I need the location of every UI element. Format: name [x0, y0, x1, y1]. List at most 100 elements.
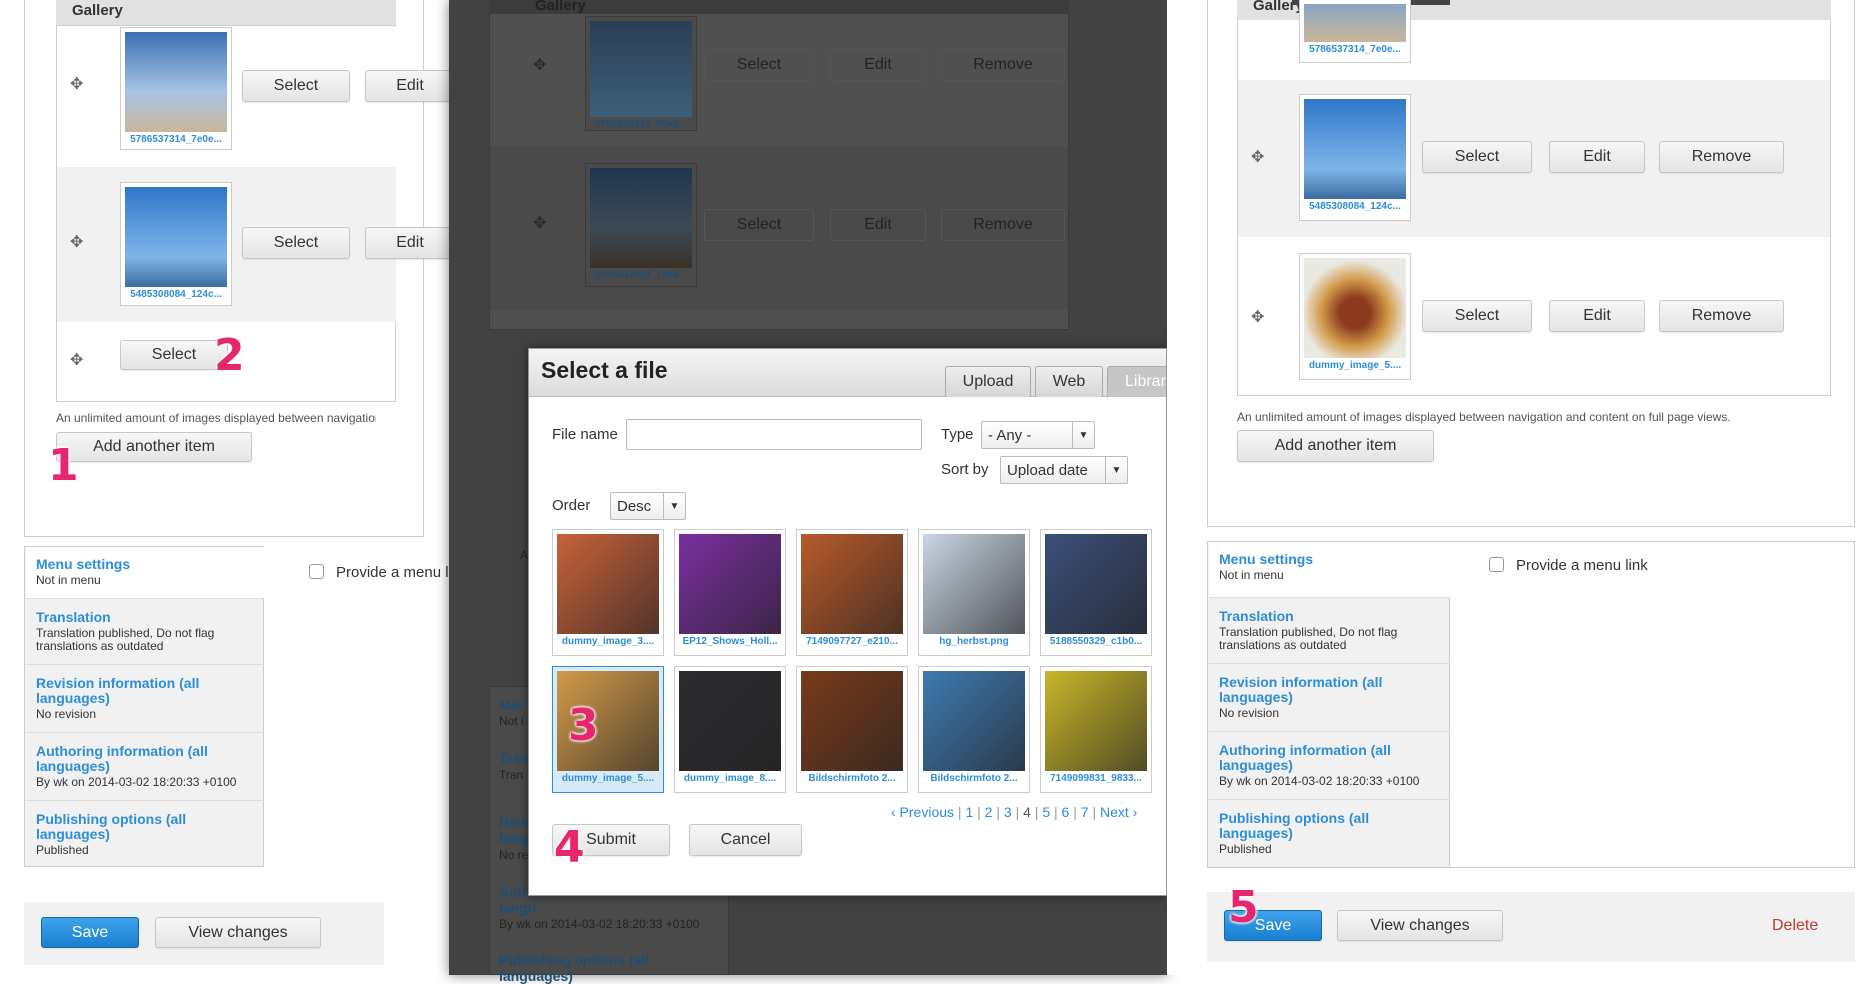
drag-handle-icon[interactable]: ✥	[70, 350, 83, 370]
drag-handle-icon[interactable]: ✥	[1251, 147, 1264, 167]
order-select-value: Desc	[617, 497, 652, 515]
step-number-2: 2	[214, 330, 245, 381]
bg-remove-button: Remove	[941, 209, 1065, 241]
vertical-tab-publishing[interactable]: Publishing options (all languages) Publi…	[26, 802, 264, 867]
menu-checkbox[interactable]	[1489, 557, 1504, 572]
menu-checkbox-label[interactable]: Provide a menu link	[1516, 557, 1648, 574]
vertical-tab-title: Menu settings	[36, 556, 131, 572]
tab-library[interactable]: Library	[1107, 366, 1166, 397]
order-label: Order	[552, 497, 591, 514]
file-name-input[interactable]	[626, 419, 922, 450]
vertical-tab-menu-settings[interactable]: Menu settings Not in menu	[1209, 542, 1450, 598]
sort-select[interactable]: Upload date ▼	[1000, 456, 1128, 484]
tab-upload[interactable]: Upload	[945, 366, 1031, 397]
delete-link[interactable]: Delete	[1772, 917, 1818, 935]
file-tile[interactable]: dummy_image_8....	[674, 666, 786, 793]
file-thumbnail	[679, 534, 781, 634]
pager-page[interactable]: 1	[965, 804, 973, 820]
bg-edit-button: Edit	[830, 49, 926, 81]
vertical-tab-summary: No revision	[1219, 706, 1280, 720]
bg-tab-title: Revi	[499, 814, 529, 830]
file-caption[interactable]: 5485308084_124c...	[125, 289, 227, 300]
file-caption: 7149097727_e210...	[806, 636, 898, 647]
bg-gallery-title: Gallery	[535, 0, 586, 14]
file-caption: Bildschirmfoto 2...	[930, 773, 1018, 784]
drag-handle-icon[interactable]: ✥	[70, 74, 83, 94]
file-caption: 7149099831_9833...	[1050, 773, 1142, 784]
file-caption[interactable]: 5786537314_7e0e...	[125, 134, 227, 145]
file-caption[interactable]: 5786537314_7e0e...	[1304, 44, 1406, 55]
vertical-tab-revision[interactable]: Revision information (all languages) No …	[1209, 665, 1450, 732]
vertical-tab-authoring[interactable]: Authoring information (all languages) By…	[1209, 733, 1450, 800]
select-button[interactable]: Select	[1422, 141, 1532, 173]
file-tile[interactable]: 7149097727_e210...	[796, 529, 908, 656]
edit-button[interactable]: Edit	[365, 70, 455, 102]
edit-button[interactable]: Edit	[1549, 300, 1645, 332]
file-tile[interactable]: hg_herbst.png	[918, 529, 1030, 656]
file-tile[interactable]: Bildschirmfoto 2...	[796, 666, 908, 793]
bg-edit-button: Edit	[830, 209, 926, 241]
drag-handle-icon[interactable]: ✥	[1251, 307, 1264, 327]
file-tile[interactable]: 7149099831_9833...	[1040, 666, 1152, 793]
file-tile[interactable]: 5188550329_c1b0...	[1040, 529, 1152, 656]
bg-select-button: Select	[704, 209, 814, 241]
vertical-tab-publishing[interactable]: Publishing options (all languages) Publi…	[1209, 801, 1450, 867]
vertical-tab-authoring[interactable]: Authoring information (all languages) By…	[26, 734, 264, 801]
view-changes-button[interactable]: View changes	[155, 917, 321, 948]
vertical-tab-translation[interactable]: Translation Translation published, Do no…	[26, 600, 264, 665]
bg-thumbnail: 5709829331_90a8...	[585, 16, 697, 131]
cancel-button[interactable]: Cancel	[689, 824, 802, 856]
remove-button[interactable]: Remove	[1659, 141, 1784, 173]
view-changes-button[interactable]: View changes	[1337, 910, 1503, 941]
file-caption: EP12_Shows_Holl...	[682, 636, 778, 647]
file-caption: Bildschirmfoto 2...	[808, 773, 896, 784]
file-caption[interactable]: 5485308084_124c...	[1304, 201, 1406, 212]
pager-next[interactable]: Next ›	[1100, 804, 1137, 820]
pager-previous[interactable]: ‹ Previous	[891, 804, 954, 820]
bg-tab-title: Publishing options (all	[499, 952, 650, 968]
pager-page[interactable]: 3	[1004, 804, 1012, 820]
type-select[interactable]: - Any - ▼	[981, 421, 1095, 449]
dialog-title: Select a file	[541, 357, 668, 383]
pager-page[interactable]: 7	[1081, 804, 1089, 820]
vertical-tab-title: Publishing options (all languages)	[36, 811, 187, 842]
vertical-tab-summary: Translation published, Do not flag trans…	[36, 626, 215, 653]
file-caption: 5188550329_c1b0...	[1049, 636, 1143, 647]
thumbnail: dummy_image_5....	[1299, 253, 1411, 380]
pager-page[interactable]: 6	[1062, 804, 1070, 820]
bg-tab-desc: languages)	[499, 968, 573, 984]
thumbnail: 5485308084_124c...	[120, 182, 232, 306]
vertical-tab-menu-settings[interactable]: Menu settings Not in menu	[26, 547, 264, 599]
edit-button[interactable]: Edit	[1549, 141, 1645, 173]
vertical-tab-revision[interactable]: Revision information (all languages) No …	[26, 666, 264, 733]
file-tile[interactable]: dummy_image_3....	[552, 529, 664, 656]
pager-page[interactable]: 5	[1042, 804, 1050, 820]
edit-button[interactable]: Edit	[365, 227, 455, 259]
empty-select-button[interactable]: Select	[120, 340, 228, 370]
select-button[interactable]: Select	[242, 227, 350, 259]
vertical-tab-translation[interactable]: Translation Translation published, Do no…	[1209, 599, 1450, 664]
file-caption[interactable]: dummy_image_5....	[1304, 360, 1406, 371]
remove-button[interactable]: Remove	[1659, 300, 1784, 332]
select-button[interactable]: Select	[242, 70, 350, 102]
bg-tab-desc: By wk on 2014-03-02 18:20:33 +0100	[499, 917, 700, 931]
save-button[interactable]: Save	[41, 917, 139, 948]
select-button[interactable]: Select	[1422, 300, 1532, 332]
add-another-item-button[interactable]: Add another item	[56, 432, 252, 462]
drag-handle-icon[interactable]: ✥	[70, 232, 83, 252]
file-tile[interactable]: Bildschirmfoto 2...	[918, 666, 1030, 793]
file-tile[interactable]: EP12_Shows_Holl...	[674, 529, 786, 656]
pager-page[interactable]: 2	[985, 804, 993, 820]
file-thumbnail	[801, 671, 903, 771]
add-another-item-button[interactable]: Add another item	[1237, 430, 1434, 462]
vertical-tab-summary: Not in menu	[36, 573, 101, 587]
menu-checkbox[interactable]	[309, 564, 324, 579]
tab-web[interactable]: Web	[1035, 366, 1103, 397]
image-preview	[590, 168, 692, 268]
bg-tab-desc: Tran	[499, 768, 524, 782]
file-caption: hg_herbst.png	[939, 636, 1009, 647]
menu-checkbox-label[interactable]: Provide a menu l	[336, 564, 449, 581]
order-select[interactable]: Desc ▼	[610, 492, 686, 520]
step-number-4: 4	[554, 822, 585, 873]
step-number-5: 5	[1228, 882, 1259, 933]
